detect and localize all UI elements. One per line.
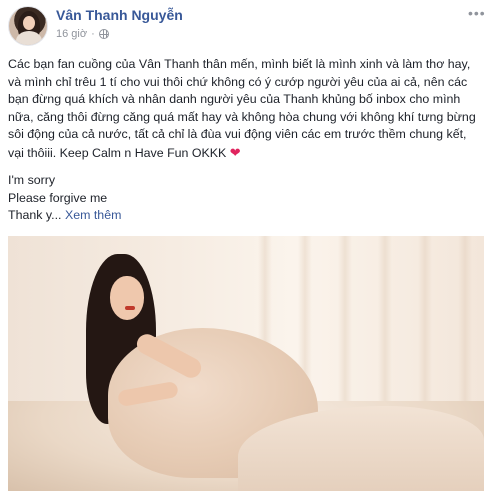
line-forgive: Please forgive me xyxy=(8,190,108,205)
avatar[interactable] xyxy=(8,6,48,46)
author-name[interactable]: Vân Thanh Nguyễn xyxy=(56,7,183,23)
post-paragraph-text: Các bạn fan cuồng của Vân Thanh thân mến… xyxy=(8,57,476,160)
more-icon[interactable]: ••• xyxy=(468,6,486,20)
post-meta: 16 giờ · xyxy=(56,28,109,40)
avatar-face xyxy=(23,16,35,30)
post-timestamp[interactable]: 16 giờ xyxy=(56,28,87,40)
facebook-post-card: Vân Thanh Nguyễn 16 giờ · ••• Các bạn fa… xyxy=(0,0,500,491)
avatar-body xyxy=(16,31,42,45)
post-header: Vân Thanh Nguyễn 16 giờ · ••• xyxy=(8,6,492,48)
post-paragraph: Các bạn fan cuồng của Vân Thanh thân mến… xyxy=(8,56,484,162)
line-thank-text: Thank y... xyxy=(8,208,62,222)
post-body: Các bạn fan cuồng của Vân Thanh thân mến… xyxy=(8,56,484,225)
meta-separator: · xyxy=(91,28,95,40)
post-photo[interactable] xyxy=(8,236,484,491)
woman-lips xyxy=(125,306,135,310)
heart-icon: ❤ xyxy=(229,144,241,160)
globe-icon[interactable] xyxy=(98,29,109,39)
line-sorry: I'm sorry xyxy=(8,173,56,187)
see-more-link[interactable]: Xem thêm xyxy=(65,208,121,222)
woman-face xyxy=(110,276,144,320)
line-thank: Thank y... Xem thêm xyxy=(8,207,484,225)
